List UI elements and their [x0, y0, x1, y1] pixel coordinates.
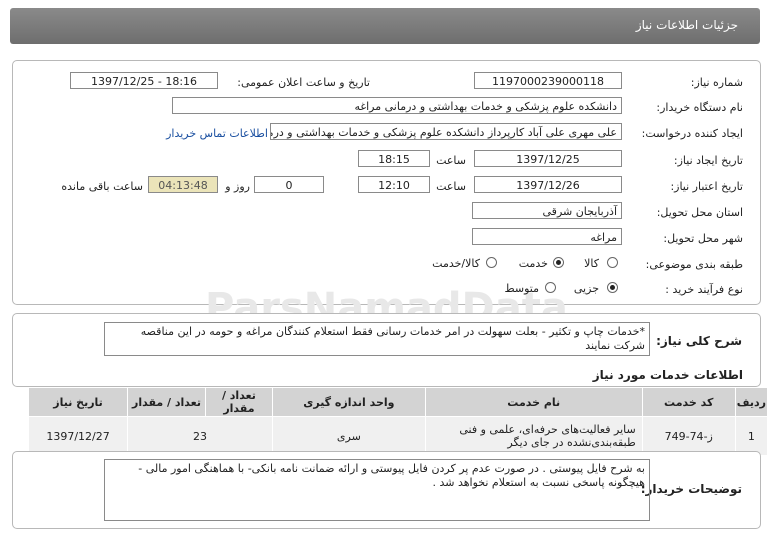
city-field: مراغه	[472, 228, 622, 245]
category-goods-radio[interactable]	[607, 257, 618, 268]
cell-name: سایر فعالیت‌های حرفه‌ای، علمی و فنی طبقه…	[424, 416, 643, 456]
cell-date: 1397/12/27	[27, 416, 129, 456]
validity-date-label: تاریخ اعتبار نیاز:	[670, 180, 743, 193]
need-number-label: شماره نیاز:	[690, 76, 743, 89]
created-date-field: 1397/12/25	[474, 150, 622, 167]
process-medium-radio[interactable]	[545, 282, 556, 293]
validity-days-label: روز و	[225, 180, 250, 193]
col-unit: واحد اندازه گیری	[271, 387, 426, 417]
created-time-field: 18:15	[358, 150, 430, 167]
process-minor-label: جزیی	[573, 282, 599, 295]
requester-label: ایجاد کننده درخواست:	[641, 127, 743, 140]
title-bar: جزئیات اطلاعات نیاز	[10, 8, 760, 44]
col-code: کد خدمت	[641, 387, 736, 417]
col-name: نام خدمت	[424, 387, 643, 417]
validity-time-label: ساعت	[436, 180, 466, 193]
col-row: ردیف	[734, 387, 769, 417]
description-field: *خدمات چاپ و تکثیر - بعلت سهولت در امر خ…	[104, 322, 650, 356]
col-qty: تعداد / مقدار	[127, 387, 206, 417]
process-medium-label: متوسط	[504, 282, 539, 295]
remaining-time-field: 04:13:48	[148, 176, 218, 193]
cell-code: ز-74-749	[641, 416, 736, 456]
cell-qty: 23	[127, 416, 273, 456]
process-label: نوع فرآیند خرید :	[665, 283, 743, 296]
table-row: 1397/12/27 23 سری سایر فعالیت‌های حرفه‌ا…	[27, 416, 769, 456]
description-label: شرح کلی نیاز:	[656, 334, 742, 348]
announce-field: 1397/12/25 - 18:16	[70, 72, 218, 89]
page-title: جزئیات اطلاعات نیاز	[635, 18, 738, 32]
process-minor-radio[interactable]	[607, 282, 618, 293]
need-number-field: 1197000239000118	[474, 72, 622, 89]
validity-time-field: 12:10	[358, 176, 430, 193]
validity-date-field: 1397/12/26	[474, 176, 622, 193]
category-goods-label: کالا	[584, 257, 599, 270]
services-table: تاریخ نیاز تعداد / مقدار تعداد / مقدار و…	[27, 387, 769, 456]
cell-row: 1	[734, 416, 769, 456]
province-label: استان محل تحویل:	[656, 206, 743, 219]
col-count: تعداد / مقدار	[204, 387, 273, 417]
category-goods-service-label: کالا/خدمت	[432, 257, 480, 270]
created-date-label: تاریخ ایجاد نیاز:	[673, 154, 743, 167]
announce-label: تاریخ و ساعت اعلان عمومی:	[237, 76, 370, 89]
cell-unit: سری	[271, 416, 426, 456]
city-label: شهر محل تحویل:	[663, 232, 743, 245]
buyer-notes-field: به شرح فایل پیوستی . در صورت عدم پر کردن…	[104, 459, 650, 521]
buyer-contact-link[interactable]: اطلاعات تماس خریدار	[166, 127, 268, 140]
category-goods-service-radio[interactable]	[486, 257, 497, 268]
province-field: آذربایجان شرقی	[472, 202, 622, 219]
category-service-label: خدمت	[518, 257, 548, 270]
requester-field: علی مهری علی آباد کارپرداز دانشکده علوم …	[270, 123, 622, 140]
services-title: اطلاعات خدمات مورد نیاز	[592, 368, 743, 382]
category-service-radio[interactable]	[553, 257, 564, 268]
validity-days-field: 0	[254, 176, 324, 193]
col-date: تاریخ نیاز	[27, 387, 129, 417]
category-label: طبقه بندی موضوعی:	[645, 258, 743, 271]
created-time-label: ساعت	[436, 154, 466, 167]
buyer-org-label: نام دستگاه خریدار:	[656, 101, 743, 114]
buyer-notes-label: توضیحات خریدار:	[640, 482, 742, 496]
buyer-org-field: دانشکده علوم پزشکی و خدمات بهداشتی و درم…	[172, 97, 622, 114]
remaining-time-label: ساعت باقی مانده	[61, 180, 143, 193]
